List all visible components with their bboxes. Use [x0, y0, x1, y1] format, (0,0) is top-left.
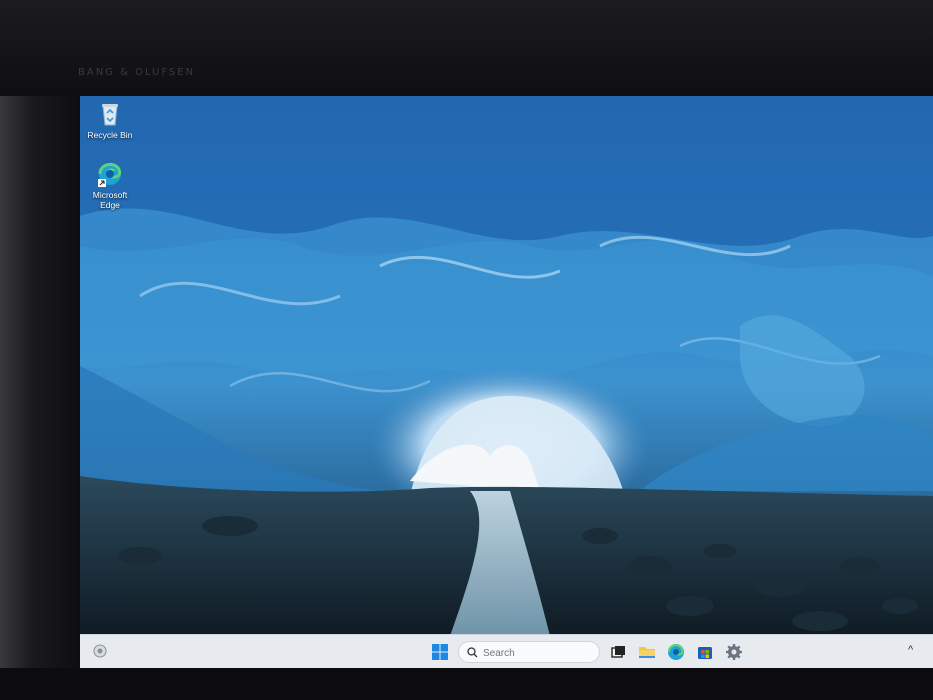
- desktop-icon-recycle-bin[interactable]: Recycle Bin: [80, 100, 140, 140]
- task-view-button[interactable]: [608, 642, 628, 662]
- desktop-icon-label-line2: Edge: [100, 200, 120, 210]
- laptop-bezel-left: [0, 0, 80, 700]
- settings-icon: [726, 644, 742, 660]
- task-view-icon: [611, 646, 625, 658]
- wallpaper-ice-cave: [80, 96, 933, 636]
- taskbar-search-box[interactable]: [458, 641, 600, 663]
- start-button[interactable]: [430, 642, 450, 662]
- desktop-icon-edge[interactable]: Microsoft Edge: [80, 160, 140, 210]
- search-icon: [467, 647, 478, 658]
- start-icon: [432, 644, 448, 660]
- file-explorer-icon: [639, 647, 655, 658]
- widgets-icon[interactable]: [92, 643, 108, 659]
- brand-label: BANG & OLUFSEN: [78, 67, 196, 78]
- taskbar: ^: [80, 634, 933, 668]
- desktop-icon-label-line1: Microsoft: [92, 190, 128, 200]
- file-explorer-button[interactable]: [637, 642, 657, 662]
- store-button[interactable]: [695, 642, 715, 662]
- laptop-bezel-bottom: [0, 668, 933, 700]
- edge-taskbar-button[interactable]: [666, 642, 686, 662]
- desktop-screen[interactable]: Recycle Bin Microsoft Edge Search ^: [80, 96, 933, 668]
- desktop-icon-label: Recycle Bin: [87, 130, 133, 140]
- edge-icon: [96, 160, 124, 188]
- search-input[interactable]: [481, 644, 595, 662]
- settings-button[interactable]: [724, 642, 744, 662]
- recycle-bin-icon: [96, 100, 124, 128]
- tray-chevron-icon[interactable]: ^: [908, 644, 913, 656]
- store-icon: [698, 647, 712, 659]
- edge-icon: [667, 644, 684, 660]
- laptop-bezel-top: [0, 0, 933, 96]
